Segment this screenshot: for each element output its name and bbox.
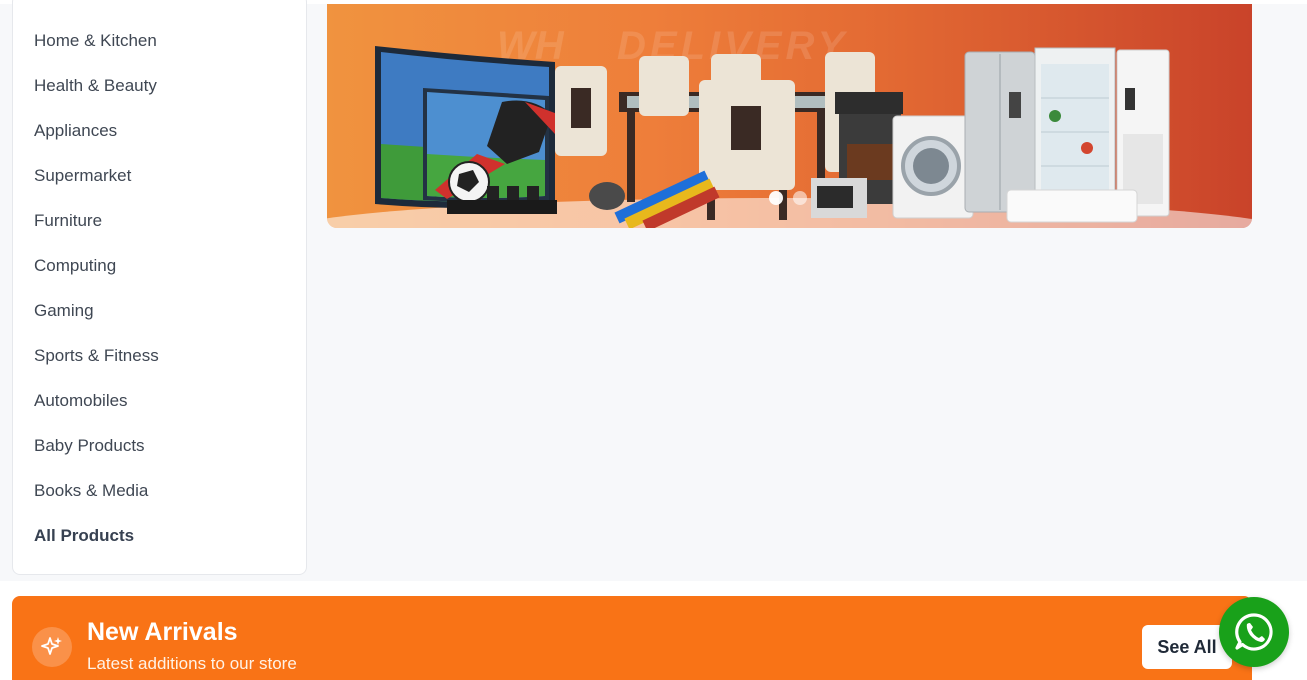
category-item-health-beauty[interactable]: Health & Beauty — [13, 63, 306, 108]
category-item-automobiles[interactable]: Automobiles — [13, 378, 306, 423]
section-title: New Arrivals — [87, 618, 238, 646]
category-item-baby-products[interactable]: Baby Products — [13, 423, 306, 468]
banner-pagination — [769, 191, 807, 205]
promo-banner[interactable]: WH DELIVERY — [327, 4, 1252, 228]
category-item-sports-fitness[interactable]: Sports & Fitness — [13, 333, 306, 378]
all-products-link[interactable]: All Products — [13, 513, 306, 558]
section-subtitle: Latest additions to our store — [87, 654, 297, 673]
category-item-books-media[interactable]: Books & Media — [13, 468, 306, 513]
banner-dot-2[interactable] — [793, 191, 807, 205]
sparkles-icon — [32, 627, 72, 667]
category-item-gaming[interactable]: Gaming — [13, 288, 306, 333]
category-item-computing[interactable]: Computing — [13, 243, 306, 288]
page: Home & Kitchen Health & Beauty Appliance… — [0, 0, 1307, 680]
category-item-appliances[interactable]: Appliances — [13, 108, 306, 153]
banner-dot-1[interactable] — [769, 191, 783, 205]
category-item-furniture[interactable]: Furniture — [13, 198, 306, 243]
whatsapp-icon — [1235, 613, 1273, 651]
new-arrivals-header: New Arrivals Latest additions to our sto… — [12, 596, 1252, 680]
washing-machine-illustration — [892, 115, 974, 219]
category-item-supermarket[interactable]: Supermarket — [13, 153, 306, 198]
category-sidebar: Home & Kitchen Health & Beauty Appliance… — [12, 0, 307, 575]
category-list: Home & Kitchen Health & Beauty Appliance… — [13, 0, 306, 558]
category-item-home-kitchen[interactable]: Home & Kitchen — [13, 18, 306, 63]
hero-section: Home & Kitchen Health & Beauty Appliance… — [0, 0, 1307, 581]
whatsapp-button[interactable] — [1219, 597, 1289, 667]
tv-illustration — [375, 46, 563, 214]
fridge-illustration — [964, 47, 1116, 213]
